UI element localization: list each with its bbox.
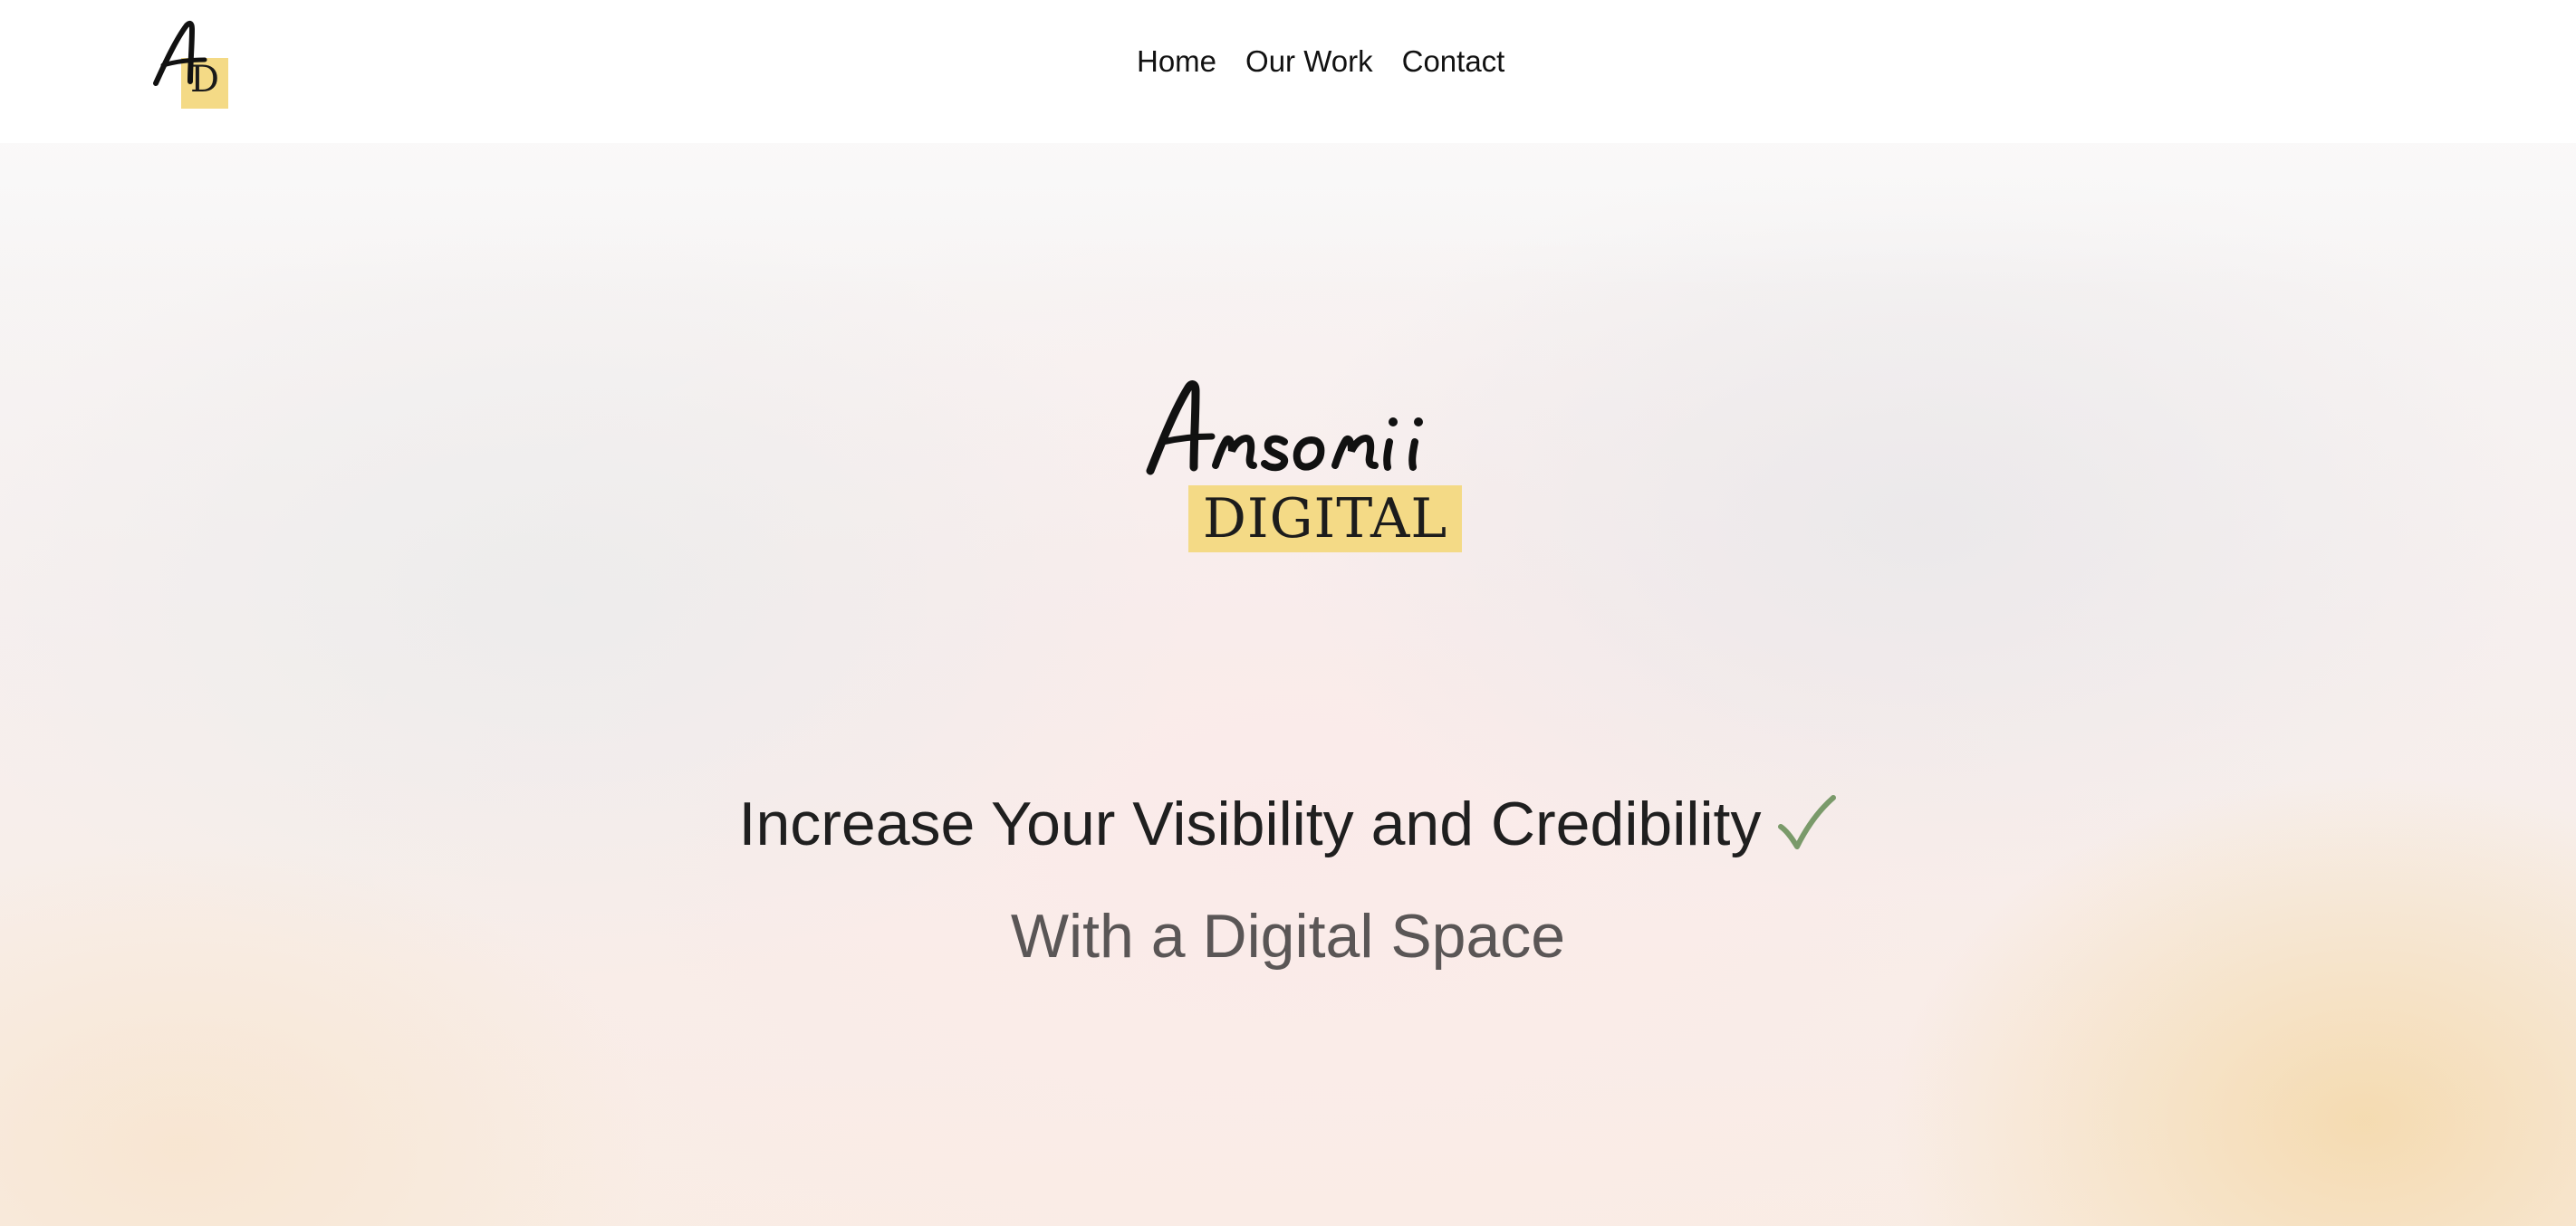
site-logo[interactable]: D [145, 18, 235, 112]
hero-top-fade [0, 143, 2576, 288]
hero-section [0, 143, 2576, 1226]
hero-subheadline: With a Digital Space [1010, 902, 1566, 971]
brand-digital-word: DIGITAL [1202, 487, 1448, 551]
hero-headline: Increase Your Visibility and Credibility [0, 788, 2576, 860]
check-icon [1778, 795, 1837, 849]
site-header: D Home Our Work Contact [0, 0, 2576, 143]
brand-script-wordmark [1146, 380, 1423, 475]
hero-headline-text: Increase Your Visibility and Credibility [738, 790, 1762, 858]
logo-script-a-icon [153, 20, 207, 86]
brand-logo: DIGITAL [1143, 371, 1469, 552]
nav-our-work[interactable]: Our Work [1245, 44, 1373, 78]
nav-home[interactable]: Home [1137, 44, 1216, 78]
nav-contact[interactable]: Contact [1402, 44, 1505, 78]
main-nav: Home Our Work Contact [1137, 44, 1505, 78]
